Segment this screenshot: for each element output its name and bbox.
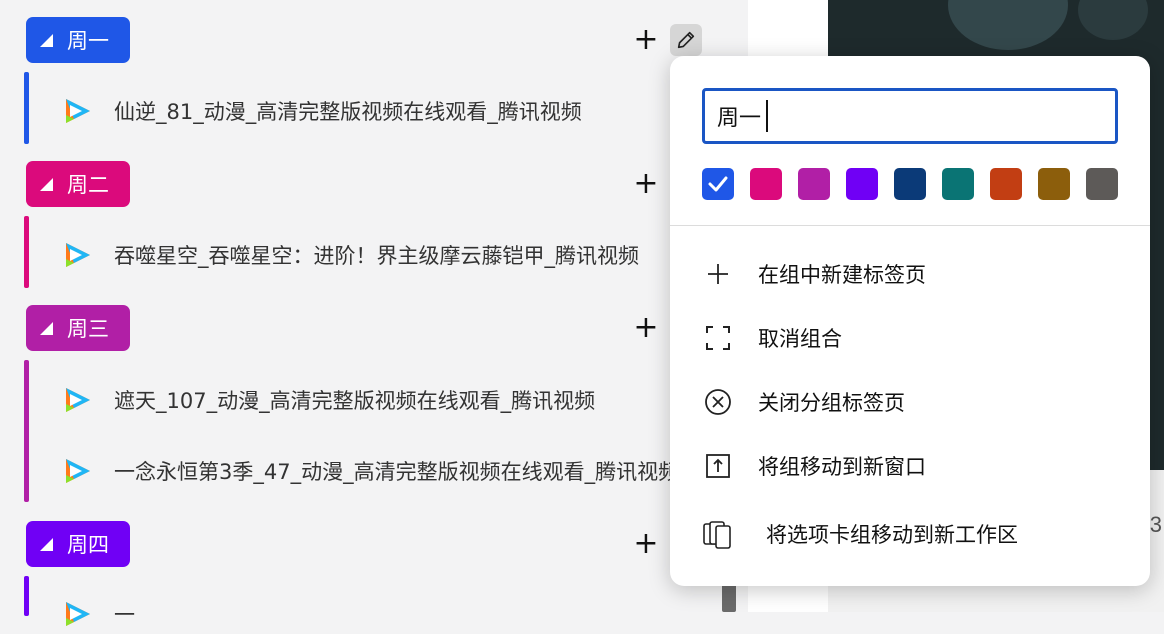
move-to-new-workspace-item[interactable]: 将选项卡组移动到新工作区 [702, 514, 1018, 554]
workspace-icon [702, 518, 734, 550]
group-bar [24, 72, 29, 144]
tab-title: 吞噬星空_吞噬星空：进阶！界主级摩云藤铠甲_腾讯视频 [114, 244, 639, 268]
group-header-wednesday[interactable]: 周三 [26, 305, 130, 351]
ungroup-item[interactable]: 取消组合 [702, 318, 842, 358]
menu-label: 取消组合 [758, 327, 842, 351]
group-bar [24, 360, 29, 502]
tab-item[interactable]: 仙逆_81_动漫_高清完整版视频在线观看_腾讯视频 [60, 91, 672, 131]
move-to-new-window-item[interactable]: 将组移动到新窗口 [702, 446, 926, 486]
color-swatch-navy[interactable] [894, 168, 926, 200]
tencent-video-icon [66, 243, 90, 267]
group-bar [24, 216, 29, 288]
tab-title: 遮天_107_动漫_高清完整版视频在线观看_腾讯视频 [114, 389, 596, 413]
tab-item[interactable]: 吞噬星空_吞噬星空：进阶！界主级摩云藤铠甲_腾讯视频 [60, 235, 672, 275]
color-swatch-pink[interactable] [750, 168, 782, 200]
content-partial-text: 3 [1149, 512, 1162, 537]
text-caret [766, 100, 768, 132]
tab-item[interactable]: 遮天_107_动漫_高清完整版视频在线观看_腾讯视频 [60, 380, 672, 420]
ungroup-icon [702, 322, 734, 354]
menu-label: 将组移动到新窗口 [758, 455, 926, 479]
content-image [948, 0, 1068, 50]
group-collapse-icon [40, 537, 53, 551]
color-swatch-orange[interactable] [990, 168, 1022, 200]
menu-label: 关闭分组标签页 [758, 391, 905, 415]
check-icon [708, 176, 728, 192]
color-swatch-magenta[interactable] [798, 168, 830, 200]
tab-item[interactable]: 一念永恒第3季_47_动漫_高清完整版视频在线观看_腾讯视频 [60, 451, 672, 491]
group-header-monday[interactable]: 周一 [26, 17, 130, 63]
group-collapse-icon [40, 33, 53, 47]
add-tab-plus-icon[interactable]: + [632, 25, 660, 55]
add-tab-plus-icon[interactable]: + [632, 169, 660, 199]
group-collapse-icon [40, 321, 53, 335]
popup-separator [670, 225, 1150, 226]
edit-group-pencil-icon[interactable] [670, 24, 702, 56]
color-swatch-brown[interactable] [1038, 168, 1070, 200]
close-group-item[interactable]: 关闭分组标签页 [702, 382, 905, 422]
color-swatch-teal[interactable] [942, 168, 974, 200]
new-tab-in-group-item[interactable]: 在组中新建标签页 [702, 254, 926, 294]
move-window-icon [702, 450, 734, 482]
menu-label: 在组中新建标签页 [758, 263, 926, 287]
group-label: 周三 [67, 317, 109, 341]
close-circle-icon [702, 386, 734, 418]
add-tab-plus-icon[interactable]: + [632, 529, 660, 559]
group-bar [24, 576, 29, 616]
tencent-video-icon [66, 602, 90, 626]
group-header-tuesday[interactable]: 周二 [26, 161, 130, 207]
tencent-video-icon [66, 99, 90, 123]
content-image [1078, 0, 1148, 40]
tab-title: 仙逆_81_动漫_高清完整版视频在线观看_腾讯视频 [114, 100, 582, 124]
group-header-thursday[interactable]: 周四 [26, 521, 130, 567]
group-label: 周四 [67, 533, 109, 557]
group-name-input[interactable] [702, 88, 1118, 144]
color-swatch-violet[interactable] [846, 168, 878, 200]
tab-title: 一念永恒第3季_47_动漫_高清完整版视频在线观看_腾讯视频 [114, 460, 672, 484]
add-tab-plus-icon[interactable]: + [632, 313, 660, 343]
group-label: 周二 [67, 173, 109, 197]
group-label: 周一 [67, 29, 109, 53]
tab-group-sidebar: 周一 + 仙逆_81_动漫_高清完整版视频在线观看_腾讯视频 周二 + 吞噬星空… [0, 0, 748, 627]
menu-label: 将选项卡组移动到新工作区 [766, 523, 1018, 547]
group-collapse-icon [40, 177, 53, 191]
tab-item[interactable]: 一 [60, 594, 672, 634]
tencent-video-icon [66, 459, 90, 483]
tab-title: 一 [114, 603, 135, 627]
color-swatch-blue[interactable] [702, 168, 734, 200]
plus-icon [702, 258, 734, 290]
group-edit-popup: 在组中新建标签页 取消组合 关闭分组标签页 将组移动到新窗口 将选项卡组移动到新… [670, 56, 1150, 586]
tencent-video-icon [66, 388, 90, 412]
color-swatch-gray[interactable] [1086, 168, 1118, 200]
